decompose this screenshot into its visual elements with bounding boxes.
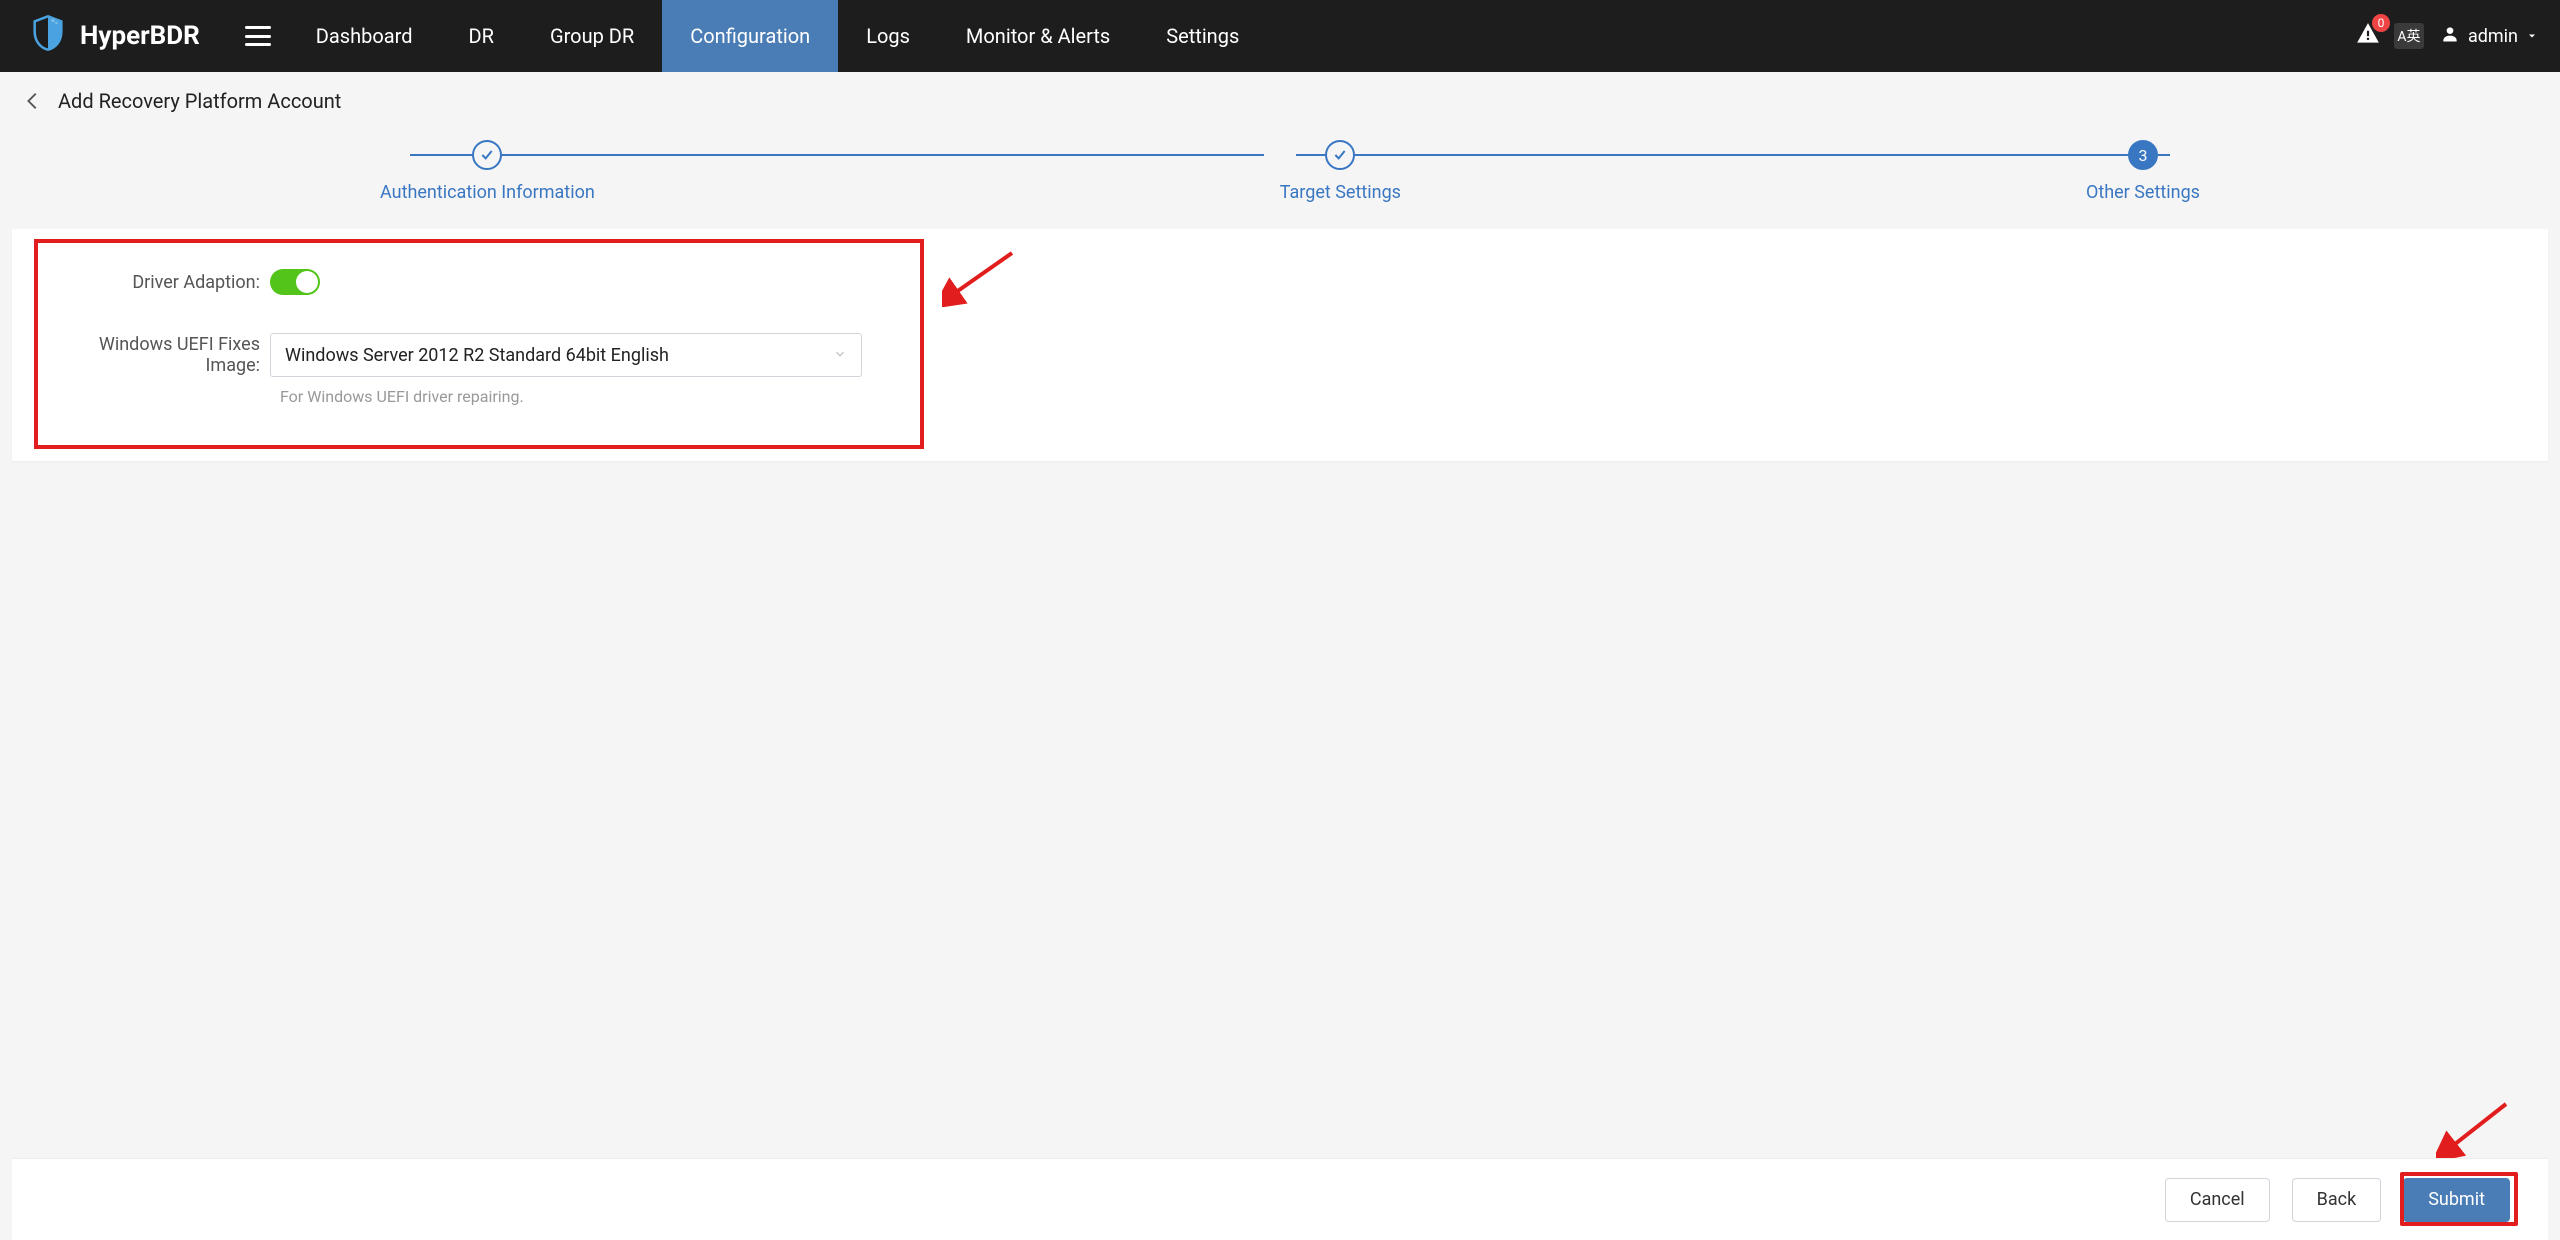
nav-item-logs[interactable]: Logs xyxy=(838,0,938,72)
page-subheader: Add Recovery Platform Account xyxy=(0,72,2560,130)
user-menu[interactable]: admin xyxy=(2440,24,2538,49)
step-label-3: Other Settings xyxy=(2086,182,2200,203)
submit-button[interactable]: Submit xyxy=(2403,1178,2510,1222)
step-label-2: Target Settings xyxy=(1280,182,1401,203)
nav-item-dashboard[interactable]: Dashboard xyxy=(288,0,441,72)
steps-progress: Authentication Information Target Settin… xyxy=(0,130,2560,229)
topbar-right: 0 A英 admin xyxy=(2350,0,2560,72)
hamburger-icon xyxy=(245,26,271,46)
uefi-image-help-text: For Windows UEFI driver repairing. xyxy=(280,387,2520,406)
chevron-down-icon xyxy=(833,345,847,366)
nav-item-monitor-alerts[interactable]: Monitor & Alerts xyxy=(938,0,1138,72)
form-card: Driver Adaption: Windows UEFI Fixes Imag… xyxy=(12,229,2548,461)
step-target-settings: Target Settings xyxy=(1280,140,1401,203)
notifications-button[interactable]: 0 xyxy=(2350,18,2386,54)
nav-item-configuration[interactable]: Configuration xyxy=(662,0,838,72)
step-circle-3: 3 xyxy=(2128,140,2158,170)
brand-shield-icon xyxy=(28,13,68,60)
nav-item-settings[interactable]: Settings xyxy=(1138,0,1267,72)
user-name: admin xyxy=(2468,26,2518,47)
step-circle-1 xyxy=(472,140,502,170)
nav-item-group-dr[interactable]: Group DR xyxy=(522,0,662,72)
uefi-image-label: Windows UEFI Fixes Image: xyxy=(40,334,270,376)
locale-toggle[interactable]: A英 xyxy=(2394,23,2424,49)
back-step-button[interactable]: Back xyxy=(2292,1178,2382,1222)
step-other-settings: 3 Other Settings xyxy=(2086,140,2200,203)
uefi-image-select[interactable]: Windows Server 2012 R2 Standard 64bit En… xyxy=(270,333,862,377)
uefi-image-value: Windows Server 2012 R2 Standard 64bit En… xyxy=(285,345,669,366)
driver-adaption-label: Driver Adaption: xyxy=(40,272,270,293)
back-button[interactable] xyxy=(22,90,44,112)
brand-name: HyperBDR xyxy=(80,21,200,51)
brand: HyperBDR xyxy=(0,0,228,72)
hamburger-menu-button[interactable] xyxy=(228,0,288,72)
step-label-1: Authentication Information xyxy=(380,182,595,203)
step-authentication-information: Authentication Information xyxy=(380,140,595,203)
cancel-button[interactable]: Cancel xyxy=(2165,1178,2270,1222)
annotation-arrow-submit xyxy=(2436,1098,2516,1158)
footer-actions: Cancel Back Submit xyxy=(12,1158,2548,1240)
nav-item-dr[interactable]: DR xyxy=(441,0,522,72)
driver-adaption-toggle[interactable] xyxy=(270,269,320,295)
form-row-driver-adaption: Driver Adaption: xyxy=(40,269,2520,295)
user-icon xyxy=(2440,24,2460,49)
top-navbar: HyperBDR Dashboard DR Group DR Configura… xyxy=(0,0,2560,72)
page-title: Add Recovery Platform Account xyxy=(58,89,341,113)
step-circle-2 xyxy=(1325,140,1355,170)
notification-count-badge: 0 xyxy=(2372,14,2390,32)
main-nav: Dashboard DR Group DR Configuration Logs… xyxy=(288,0,1268,72)
form-row-uefi-image: Windows UEFI Fixes Image: Windows Server… xyxy=(40,333,2520,377)
caret-down-icon xyxy=(2526,26,2538,47)
